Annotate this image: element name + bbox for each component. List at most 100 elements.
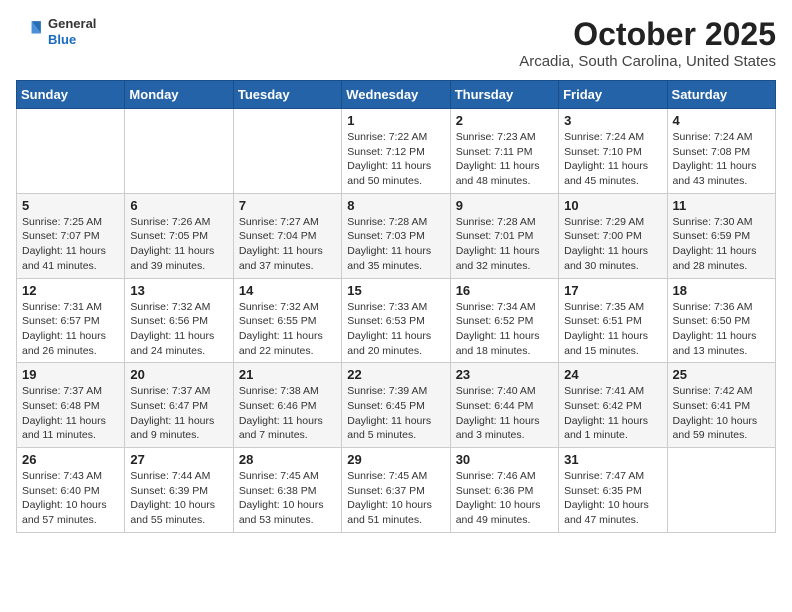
day-number: 4 xyxy=(673,113,770,128)
day-info: Sunrise: 7:29 AM Sunset: 7:00 PM Dayligh… xyxy=(564,215,661,274)
logo-general: General xyxy=(48,16,96,32)
calendar-cell: 15Sunrise: 7:33 AM Sunset: 6:53 PM Dayli… xyxy=(342,278,450,363)
calendar-cell: 18 Sunrise: 7:36 AM Sunset: 6:50 PM Dayli… xyxy=(667,278,775,363)
calendar-cell: 20Sunrise: 7:37 AM Sunset: 6:47 PM Dayli… xyxy=(125,363,233,448)
calendar-table: SundayMondayTuesdayWednesdayThursdayFrid… xyxy=(16,80,776,533)
calendar-cell: 7 Sunrise: 7:27 AM Sunset: 7:04 PM Daylig… xyxy=(233,193,341,278)
weekday-header-tuesday: Tuesday xyxy=(233,81,341,109)
day-info: Sunrise: 7:32 AM Sunset: 6:55 PM Dayligh… xyxy=(239,300,336,359)
calendar-cell xyxy=(233,109,341,194)
day-number: 5 xyxy=(22,198,119,213)
day-info: Sunrise: 7:45 AM Sunset: 6:38 PM Dayligh… xyxy=(239,469,336,528)
day-number: 21 xyxy=(239,367,336,382)
day-info: Sunrise: 7:27 AM Sunset: 7:04 PM Dayligh… xyxy=(239,215,336,274)
month-title: October 2025 xyxy=(519,16,776,53)
day-info: Sunrise: 7:25 AM Sunset: 7:07 PM Dayligh… xyxy=(22,215,119,274)
day-info: Sunrise: 7:42 AM Sunset: 6:41 PM Dayligh… xyxy=(673,384,770,443)
calendar-cell: 3Sunrise: 7:24 AM Sunset: 7:10 PM Daylig… xyxy=(559,109,667,194)
calendar-cell: 13Sunrise: 7:32 AM Sunset: 6:56 PM Dayli… xyxy=(125,278,233,363)
day-number: 26 xyxy=(22,452,119,467)
calendar-cell: 30 Sunrise: 7:46 AM Sunset: 6:36 PM Dayli… xyxy=(450,448,558,533)
day-info: Sunrise: 7:37 AM Sunset: 6:47 PM Dayligh… xyxy=(130,384,227,443)
logo-text: General Blue xyxy=(48,16,96,47)
day-info: Sunrise: 7:22 AM Sunset: 7:12 PM Dayligh… xyxy=(347,130,444,189)
calendar-cell: 27Sunrise: 7:44 AM Sunset: 6:39 PM Dayli… xyxy=(125,448,233,533)
day-number: 8 xyxy=(347,198,444,213)
calendar-cell: 24 Sunrise: 7:41 AM Sunset: 6:42 PM Dayli… xyxy=(559,363,667,448)
day-number: 22 xyxy=(347,367,444,382)
calendar-cell: 9 Sunrise: 7:28 AM Sunset: 7:01 PM Daylig… xyxy=(450,193,558,278)
calendar-cell: 28 Sunrise: 7:45 AM Sunset: 6:38 PM Dayli… xyxy=(233,448,341,533)
logo-icon xyxy=(16,18,44,46)
calendar-cell: 5 Sunrise: 7:25 AM Sunset: 7:07 PM Daylig… xyxy=(17,193,125,278)
day-info: Sunrise: 7:43 AM Sunset: 6:40 PM Dayligh… xyxy=(22,469,119,528)
week-row-2: 5 Sunrise: 7:25 AM Sunset: 7:07 PM Daylig… xyxy=(17,193,776,278)
day-info: Sunrise: 7:47 AM Sunset: 6:35 PM Dayligh… xyxy=(564,469,661,528)
day-info: Sunrise: 7:24 AM Sunset: 7:10 PM Dayligh… xyxy=(564,130,661,189)
day-number: 24 xyxy=(564,367,661,382)
day-info: Sunrise: 7:46 AM Sunset: 6:36 PM Dayligh… xyxy=(456,469,553,528)
day-number: 23 xyxy=(456,367,553,382)
day-number: 2 xyxy=(456,113,553,128)
calendar-cell: 31 Sunrise: 7:47 AM Sunset: 6:35 PM Dayli… xyxy=(559,448,667,533)
day-info: Sunrise: 7:24 AM Sunset: 7:08 PM Dayligh… xyxy=(673,130,770,189)
location: Arcadia, South Carolina, United States xyxy=(519,53,776,70)
day-info: Sunrise: 7:34 AM Sunset: 6:52 PM Dayligh… xyxy=(456,300,553,359)
day-number: 28 xyxy=(239,452,336,467)
day-number: 18 xyxy=(673,283,770,298)
day-info: Sunrise: 7:39 AM Sunset: 6:45 PM Dayligh… xyxy=(347,384,444,443)
day-info: Sunrise: 7:30 AM Sunset: 6:59 PM Dayligh… xyxy=(673,215,770,274)
day-number: 30 xyxy=(456,452,553,467)
day-info: Sunrise: 7:37 AM Sunset: 6:48 PM Dayligh… xyxy=(22,384,119,443)
day-number: 29 xyxy=(347,452,444,467)
calendar-cell: 6 Sunrise: 7:26 AM Sunset: 7:05 PM Daylig… xyxy=(125,193,233,278)
calendar-cell: 16 Sunrise: 7:34 AM Sunset: 6:52 PM Dayli… xyxy=(450,278,558,363)
logo-blue: Blue xyxy=(48,32,96,48)
calendar-cell: 23 Sunrise: 7:40 AM Sunset: 6:44 PM Dayli… xyxy=(450,363,558,448)
calendar-cell: 1 Sunrise: 7:22 AM Sunset: 7:12 PM Daylig… xyxy=(342,109,450,194)
calendar-cell: 12 Sunrise: 7:31 AM Sunset: 6:57 PM Dayli… xyxy=(17,278,125,363)
day-number: 27 xyxy=(130,452,227,467)
week-row-3: 12 Sunrise: 7:31 AM Sunset: 6:57 PM Dayli… xyxy=(17,278,776,363)
day-number: 9 xyxy=(456,198,553,213)
day-info: Sunrise: 7:36 AM Sunset: 6:50 PM Dayligh… xyxy=(673,300,770,359)
calendar-cell: 10 Sunrise: 7:29 AM Sunset: 7:00 PM Dayli… xyxy=(559,193,667,278)
day-number: 12 xyxy=(22,283,119,298)
day-number: 16 xyxy=(456,283,553,298)
calendar-cell: 19 Sunrise: 7:37 AM Sunset: 6:48 PM Dayli… xyxy=(17,363,125,448)
day-number: 10 xyxy=(564,198,661,213)
calendar-cell: 8Sunrise: 7:28 AM Sunset: 7:03 PM Daylig… xyxy=(342,193,450,278)
day-info: Sunrise: 7:40 AM Sunset: 6:44 PM Dayligh… xyxy=(456,384,553,443)
day-number: 7 xyxy=(239,198,336,213)
day-info: Sunrise: 7:45 AM Sunset: 6:37 PM Dayligh… xyxy=(347,469,444,528)
calendar-cell: 4 Sunrise: 7:24 AM Sunset: 7:08 PM Daylig… xyxy=(667,109,775,194)
day-number: 14 xyxy=(239,283,336,298)
weekday-header-friday: Friday xyxy=(559,81,667,109)
day-info: Sunrise: 7:31 AM Sunset: 6:57 PM Dayligh… xyxy=(22,300,119,359)
calendar-cell: 2 Sunrise: 7:23 AM Sunset: 7:11 PM Daylig… xyxy=(450,109,558,194)
week-row-4: 19 Sunrise: 7:37 AM Sunset: 6:48 PM Dayli… xyxy=(17,363,776,448)
page-header: General Blue October 2025 Arcadia, South… xyxy=(16,16,776,70)
calendar-cell: 17Sunrise: 7:35 AM Sunset: 6:51 PM Dayli… xyxy=(559,278,667,363)
calendar-cell xyxy=(125,109,233,194)
day-number: 11 xyxy=(673,198,770,213)
day-number: 19 xyxy=(22,367,119,382)
day-info: Sunrise: 7:23 AM Sunset: 7:11 PM Dayligh… xyxy=(456,130,553,189)
day-number: 1 xyxy=(347,113,444,128)
day-number: 15 xyxy=(347,283,444,298)
day-number: 25 xyxy=(673,367,770,382)
calendar-cell: 29 Sunrise: 7:45 AM Sunset: 6:37 PM Dayli… xyxy=(342,448,450,533)
day-info: Sunrise: 7:28 AM Sunset: 7:01 PM Dayligh… xyxy=(456,215,553,274)
weekday-header-sunday: Sunday xyxy=(17,81,125,109)
day-info: Sunrise: 7:41 AM Sunset: 6:42 PM Dayligh… xyxy=(564,384,661,443)
day-info: Sunrise: 7:32 AM Sunset: 6:56 PM Dayligh… xyxy=(130,300,227,359)
calendar-cell: 11 Sunrise: 7:30 AM Sunset: 6:59 PM Dayli… xyxy=(667,193,775,278)
calendar-cell: 25 Sunrise: 7:42 AM Sunset: 6:41 PM Dayli… xyxy=(667,363,775,448)
calendar-cell: 21 Sunrise: 7:38 AM Sunset: 6:46 PM Dayli… xyxy=(233,363,341,448)
day-number: 31 xyxy=(564,452,661,467)
day-info: Sunrise: 7:38 AM Sunset: 6:46 PM Dayligh… xyxy=(239,384,336,443)
calendar-cell xyxy=(17,109,125,194)
day-number: 6 xyxy=(130,198,227,213)
weekday-header-saturday: Saturday xyxy=(667,81,775,109)
day-info: Sunrise: 7:26 AM Sunset: 7:05 PM Dayligh… xyxy=(130,215,227,274)
